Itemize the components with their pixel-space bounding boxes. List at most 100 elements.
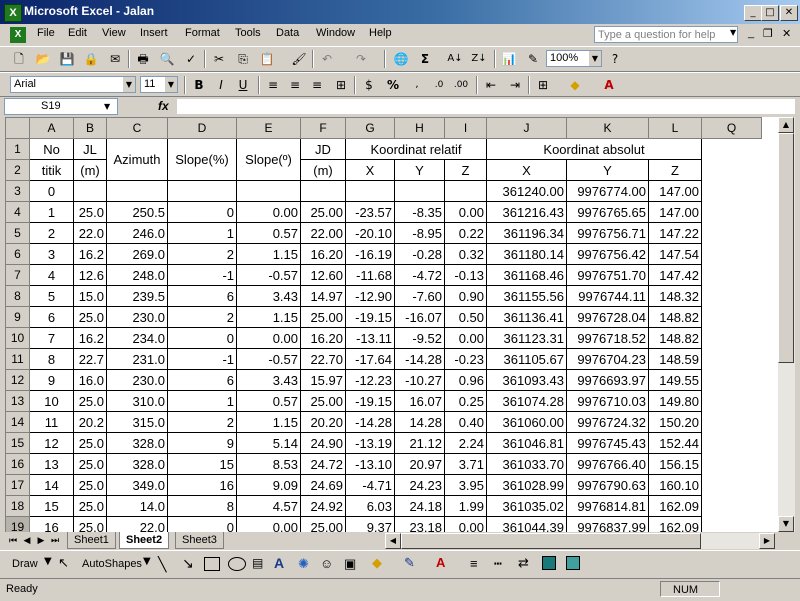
merged-cell[interactable]: Koordinat absolut xyxy=(486,138,702,160)
picture-icon[interactable]: ▣ xyxy=(344,556,356,572)
select-all-corner[interactable] xyxy=(5,117,30,139)
column-header[interactable]: E xyxy=(236,117,301,139)
underline-button[interactable]: U xyxy=(234,76,252,94)
row-header[interactable]: 14 xyxy=(5,411,30,433)
formula-input[interactable] xyxy=(176,98,796,115)
cell[interactable]: 24.92 xyxy=(300,495,346,517)
cell[interactable] xyxy=(702,517,762,533)
cell[interactable]: 20.97 xyxy=(394,453,445,475)
dash-style-icon[interactable]: ┅ xyxy=(494,556,502,572)
row-header[interactable]: 19 xyxy=(5,516,30,532)
column-header[interactable]: J xyxy=(486,117,567,139)
cell[interactable]: 1.15 xyxy=(236,306,301,328)
cell[interactable]: 9976756.71 xyxy=(566,222,649,244)
cell[interactable]: 0.00 xyxy=(444,327,487,349)
cell[interactable]: 5.14 xyxy=(236,432,301,454)
cell[interactable]: -13.10 xyxy=(345,453,395,475)
row-header[interactable]: 7 xyxy=(5,264,30,286)
cell[interactable]: -0.57 xyxy=(236,264,301,286)
cell[interactable]: 269.0 xyxy=(106,243,168,265)
cell[interactable]: -0.13 xyxy=(444,264,487,286)
doc-minimize-button[interactable]: _ xyxy=(748,27,754,39)
cell[interactable]: 9976744.11 xyxy=(566,285,649,307)
row-header[interactable]: 5 xyxy=(5,222,30,244)
row-header[interactable]: 16 xyxy=(5,453,30,475)
cell[interactable]: 234.0 xyxy=(106,327,168,349)
cell[interactable]: 22.0 xyxy=(106,516,168,532)
cell[interactable]: 25.0 xyxy=(73,495,107,517)
row-header[interactable]: 15 xyxy=(5,432,30,454)
cell[interactable]: -13.11 xyxy=(345,327,395,349)
cell[interactable]: 0.22 xyxy=(444,222,487,244)
cell[interactable] xyxy=(702,454,762,475)
cell[interactable]: 22.7 xyxy=(73,348,107,370)
hyperlink-icon[interactable]: 🌐 xyxy=(392,50,410,68)
open-icon[interactable]: 📂 xyxy=(34,50,52,68)
cell[interactable]: 0.00 xyxy=(236,201,301,223)
oval-icon[interactable] xyxy=(228,557,246,571)
line-style-icon[interactable]: ≡ xyxy=(470,556,478,571)
column-header[interactable]: A xyxy=(29,117,74,139)
cell[interactable]: 16.2 xyxy=(73,243,107,265)
cell[interactable] xyxy=(702,328,762,349)
cell[interactable]: 1 xyxy=(167,390,237,412)
cell[interactable]: 16.0 xyxy=(73,369,107,391)
menu-edit[interactable]: Edit xyxy=(68,27,87,39)
cell[interactable]: 16 xyxy=(167,474,237,496)
cell[interactable]: 25.0 xyxy=(73,453,107,475)
column-header[interactable]: C xyxy=(106,117,168,139)
arrow-icon[interactable]: ↘ xyxy=(182,556,194,572)
cell[interactable]: 147.00 xyxy=(648,180,702,202)
cell[interactable]: 147.54 xyxy=(648,243,702,265)
row-header[interactable]: 17 xyxy=(5,474,30,496)
cell[interactable]: 14.28 xyxy=(394,411,445,433)
cell[interactable]: 4 xyxy=(29,264,74,286)
draw-menu-button[interactable]: Draw xyxy=(12,558,38,570)
cell[interactable]: 147.42 xyxy=(648,264,702,286)
cell[interactable]: 0 xyxy=(167,327,237,349)
cell[interactable]: 361074.28 xyxy=(486,390,567,412)
row-header[interactable]: 10 xyxy=(5,327,30,349)
cell[interactable]: 148.59 xyxy=(648,348,702,370)
cell[interactable]: 361093.43 xyxy=(486,369,567,391)
cell[interactable]: 361216.43 xyxy=(486,201,567,223)
cell[interactable]: 6 xyxy=(167,285,237,307)
cell[interactable]: 230.0 xyxy=(106,369,168,391)
cell[interactable]: 1.15 xyxy=(236,243,301,265)
cell[interactable]: 9976710.03 xyxy=(566,390,649,412)
row-header[interactable]: 13 xyxy=(5,390,30,412)
maximize-button[interactable]: □ xyxy=(761,5,779,21)
cell[interactable]: No xyxy=(29,138,74,160)
first-sheet-icon[interactable]: ⏮ xyxy=(7,534,19,548)
cell[interactable] xyxy=(702,202,762,223)
row-header[interactable]: 8 xyxy=(5,285,30,307)
email-icon[interactable]: ✉ xyxy=(106,50,124,68)
cell[interactable]: -1 xyxy=(167,348,237,370)
row-header[interactable]: 1 xyxy=(5,138,30,160)
wordart-icon[interactable]: A xyxy=(274,555,284,571)
cell[interactable]: 0.32 xyxy=(444,243,487,265)
cell[interactable]: 361136.41 xyxy=(486,306,567,328)
cell[interactable]: 23.18 xyxy=(394,516,445,532)
cell[interactable]: 16.20 xyxy=(300,243,346,265)
cell[interactable]: 16.20 xyxy=(300,327,346,349)
cell[interactable]: 361044.39 xyxy=(486,516,567,532)
cell[interactable]: 9976724.32 xyxy=(566,411,649,433)
cell[interactable]: 3.43 xyxy=(236,369,301,391)
cell[interactable]: 1.99 xyxy=(444,495,487,517)
column-header[interactable]: L xyxy=(648,117,702,139)
scroll-right-icon[interactable]: ▶ xyxy=(759,533,775,549)
cell[interactable]: -11.68 xyxy=(345,264,395,286)
cell[interactable]: 8.53 xyxy=(236,453,301,475)
cell[interactable] xyxy=(702,496,762,517)
cell[interactable]: 9976704.23 xyxy=(566,348,649,370)
cell[interactable]: 149.55 xyxy=(648,369,702,391)
cell[interactable]: 21.12 xyxy=(394,432,445,454)
cell[interactable]: 0.00 xyxy=(444,516,487,532)
cell[interactable]: 16.07 xyxy=(394,390,445,412)
drawing-icon[interactable]: ✎ xyxy=(524,50,542,68)
cell[interactable]: 361105.67 xyxy=(486,348,567,370)
align-right-icon[interactable]: ≡ xyxy=(308,76,326,94)
cell[interactable]: 147.22 xyxy=(648,222,702,244)
cell[interactable] xyxy=(702,391,762,412)
